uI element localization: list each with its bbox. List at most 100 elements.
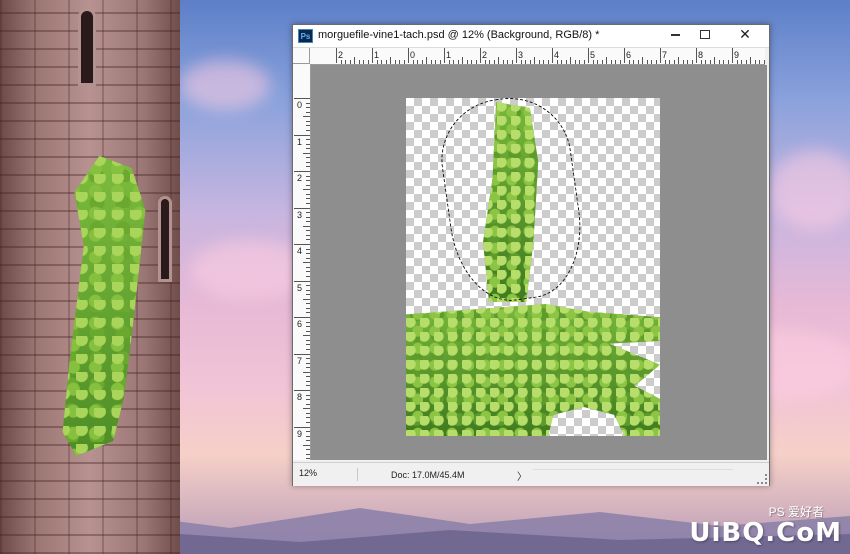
- ruler-v-tick: [303, 116, 310, 118]
- ruler-v-label: 6: [297, 319, 303, 329]
- ruler-v-tick: [306, 266, 310, 268]
- ruler-v-tick: [294, 426, 310, 428]
- ruler-v-label: 5: [297, 282, 303, 293]
- ruler-h-label: 1: [446, 50, 452, 60]
- minimize-icon: [670, 33, 680, 36]
- ruler-h-tick: [642, 57, 643, 64]
- ruler-h-tick: [489, 60, 490, 64]
- ruler-v-tick: [303, 371, 310, 373]
- ruler-v-tick: [306, 453, 310, 455]
- resize-grip-icon[interactable]: [757, 474, 767, 484]
- ruler-v-tick: [306, 339, 310, 341]
- status-menu-arrow-icon[interactable]: 〉: [517, 468, 527, 483]
- lasso-selection[interactable]: [433, 98, 591, 309]
- ruler-v-tick: [306, 435, 310, 437]
- close-button[interactable]: ✕: [723, 27, 767, 43]
- ruler-h-tick: [466, 60, 468, 64]
- ruler-v-tick: [294, 317, 310, 318]
- ruler-h-tick: [453, 60, 454, 64]
- ruler-h-tick: [394, 60, 396, 64]
- ruler-h-tick: [610, 60, 612, 64]
- close-icon: ✕: [739, 26, 751, 42]
- ruler-v-label: 7: [297, 355, 303, 366]
- ruler-v-label: 1: [297, 136, 303, 147]
- ruler-v-tick: [306, 230, 310, 232]
- ruler-h-tick: [588, 48, 589, 63]
- ruler-h-tick: [399, 60, 400, 64]
- ruler-h-tick: [682, 60, 684, 64]
- ruler-v-tick: [303, 335, 310, 337]
- canvas-pasteboard[interactable]: [311, 65, 767, 460]
- ruler-h-label: 8: [698, 50, 704, 60]
- ruler-v-tick: [306, 344, 310, 346]
- ruler-h-tick: [678, 57, 679, 64]
- ruler-v-label: 3: [297, 209, 303, 220]
- ruler-h-tick: [637, 60, 639, 64]
- ruler-h-tick: [471, 60, 472, 64]
- ruler-v-tick: [306, 271, 310, 273]
- ruler-v-tick: [303, 152, 310, 154]
- vertical-ruler[interactable]: 0 1 2 3 4 5 6 7 8 9: [293, 64, 311, 460]
- ruler-h-tick: [754, 60, 756, 64]
- document-size-info[interactable]: Doc: 17.0M/45.4M: [391, 470, 465, 480]
- minimize-button[interactable]: [660, 27, 690, 43]
- ruler-h-tick: [354, 57, 355, 64]
- ruler-h-tick: [687, 60, 688, 64]
- zoom-level-field[interactable]: 12%: [299, 468, 358, 481]
- ruler-h-tick: [403, 60, 405, 64]
- document-canvas[interactable]: [406, 98, 660, 436]
- site-watermark: UiBQ.CoM: [689, 518, 842, 548]
- ruler-v-label: 8: [297, 392, 303, 402]
- ruler-h-tick: [655, 60, 657, 64]
- ruler-h-tick: [561, 60, 562, 64]
- ruler-h-tick: [624, 48, 625, 63]
- maximize-button[interactable]: [690, 27, 720, 43]
- photoshop-app-icon: Ps: [298, 29, 313, 43]
- ruler-v-tick: [303, 262, 310, 264]
- ruler-h-tick: [664, 60, 666, 64]
- ruler-v-tick: [306, 253, 310, 255]
- ruler-h-tick: [498, 57, 499, 64]
- ruler-h-tick: [336, 48, 337, 63]
- ruler-h-tick: [421, 60, 423, 64]
- ruler-h-tick: [507, 60, 508, 64]
- ruler-h-tick: [619, 60, 621, 64]
- horizontal-scrollbar[interactable]: [533, 469, 733, 480]
- ruler-h-tick: [538, 60, 540, 64]
- ruler-origin[interactable]: [293, 48, 310, 64]
- ruler-h-tick: [349, 60, 351, 64]
- ruler-v-tick: [306, 285, 310, 287]
- ruler-h-tick: [750, 57, 751, 64]
- ruler-h-label: 0: [410, 50, 416, 60]
- ruler-v-tick: [306, 275, 310, 277]
- ruler-h-tick: [435, 60, 436, 64]
- title-bar[interactable]: Ps morguefile-vine1-tach.psd @ 12% (Back…: [293, 25, 769, 48]
- ruler-h-tick: [570, 57, 571, 64]
- ruler-v-tick: [306, 257, 310, 259]
- ruler-h-label: 1: [374, 50, 380, 60]
- ruler-h-tick: [628, 60, 630, 64]
- ruler-v-tick: [306, 289, 310, 291]
- ruler-h-tick: [444, 48, 445, 63]
- ruler-h-tick: [529, 60, 531, 64]
- ruler-v-tick: [306, 440, 310, 442]
- document-window[interactable]: Ps morguefile-vine1-tach.psd @ 12% (Back…: [292, 24, 770, 486]
- ruler-v-tick: [306, 120, 310, 122]
- ruler-v-tick: [306, 148, 310, 150]
- horizontal-ruler[interactable]: 2 1 0 1 2 3 4 5 6 7 8 9: [310, 48, 765, 65]
- ruler-h-tick: [651, 60, 652, 64]
- ruler-h-tick: [718, 60, 720, 64]
- ruler-h-tick: [691, 60, 693, 64]
- ruler-h-label: 2: [482, 50, 488, 60]
- ruler-h-tick: [381, 60, 382, 64]
- ruler-h-tick: [372, 48, 373, 63]
- ruler-h-tick: [615, 60, 616, 64]
- ruler-h-tick: [583, 60, 585, 64]
- ruler-v-tick: [306, 234, 310, 236]
- ruler-v-tick: [306, 449, 310, 451]
- ruler-h-tick: [556, 60, 558, 64]
- ruler-h-tick: [358, 60, 360, 64]
- ruler-h-tick: [543, 60, 544, 64]
- ruler-h-tick: [601, 60, 603, 64]
- ruler-v-tick: [306, 239, 310, 241]
